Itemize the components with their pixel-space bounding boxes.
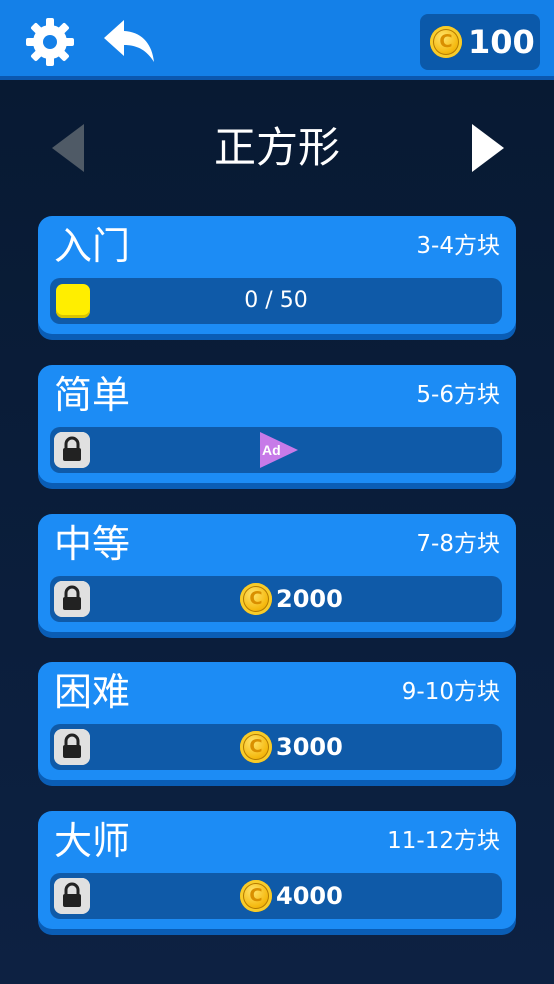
level-card-hard[interactable]: 困难 9-10方块 3000: [38, 662, 516, 780]
level-range: 11-12方块: [387, 828, 500, 854]
coin-icon: [240, 731, 272, 763]
level-unlock-bar: 2000: [50, 576, 502, 622]
level-name: 大师: [54, 819, 131, 863]
back-arrow-icon[interactable]: [102, 16, 156, 66]
unlock-price[interactable]: 2000: [240, 583, 343, 615]
level-name: 入门: [54, 224, 131, 268]
level-card-beginner[interactable]: 入门 3-4方块 0 / 50: [38, 216, 516, 334]
level-range: 5-6方块: [416, 382, 500, 408]
ad-label: Ad: [262, 442, 281, 458]
unlock-price[interactable]: 3000: [240, 731, 343, 763]
level-range: 3-4方块: [416, 233, 500, 259]
level-card-master[interactable]: 大师 11-12方块 4000: [38, 811, 516, 929]
next-category-arrow-icon[interactable]: [468, 122, 508, 174]
level-card-easy[interactable]: 简单 5-6方块 Ad: [38, 365, 516, 483]
level-unlock-bar: 3000: [50, 724, 502, 770]
price-value: 3000: [276, 733, 343, 761]
progress-text: 0 / 50: [244, 288, 308, 313]
price-value: 2000: [276, 585, 343, 613]
unlock-price[interactable]: 4000: [240, 880, 343, 912]
coin-count: 100: [468, 23, 535, 61]
price-value: 4000: [276, 882, 343, 910]
level-card-medium[interactable]: 中等 7-8方块 2000: [38, 514, 516, 632]
coin-icon: [240, 583, 272, 615]
coin-balance: 100: [420, 14, 540, 70]
level-name: 困难: [54, 670, 131, 714]
lock-icon: [54, 432, 90, 468]
lock-icon: [54, 729, 90, 765]
level-range: 7-8方块: [416, 531, 500, 557]
level-unlock-bar: 4000: [50, 873, 502, 919]
lock-icon: [54, 878, 90, 914]
watch-ad-icon[interactable]: Ad: [258, 430, 300, 470]
level-unlock-bar: Ad: [50, 427, 502, 473]
level-progress-bar: 0 / 50: [50, 278, 502, 324]
level-name: 中等: [54, 522, 131, 566]
top-bar: 100: [0, 0, 554, 80]
lock-icon: [54, 581, 90, 617]
coin-icon: [240, 880, 272, 912]
level-range: 9-10方块: [401, 679, 500, 705]
level-name: 简单: [54, 373, 131, 417]
coin-icon: [430, 26, 462, 58]
gear-icon[interactable]: [24, 16, 76, 68]
